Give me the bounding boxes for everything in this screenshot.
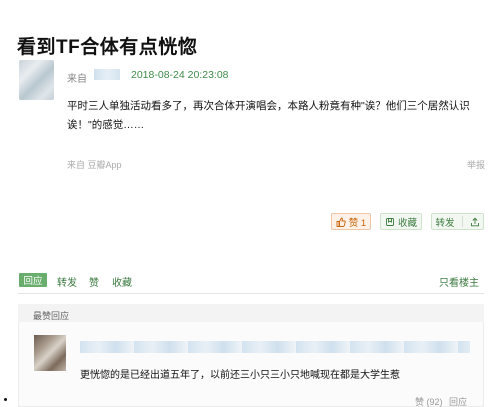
share-button[interactable]: 转发 xyxy=(431,213,484,230)
comment-author[interactable] xyxy=(80,341,470,353)
share-icon xyxy=(470,217,479,226)
forward-link[interactable]: 转发 xyxy=(57,274,77,289)
like-link[interactable]: 赞 xyxy=(89,274,99,289)
divider xyxy=(18,293,484,294)
comment-like-link[interactable]: 赞 (92) xyxy=(415,395,443,407)
author-name[interactable] xyxy=(94,69,120,80)
comment-avatar[interactable] xyxy=(34,335,66,371)
share-button-label: 转发 xyxy=(435,217,455,229)
share-divider xyxy=(461,216,463,227)
comment-reply-link[interactable]: 回应 xyxy=(449,395,467,407)
post-source: 来自 豆瓣App xyxy=(67,160,122,170)
comment-text: 更恍惚的是已经出道五年了，以前还三小只三小只地喊现在都是大学生惹 xyxy=(80,370,400,381)
like-button-label: 赞 1 xyxy=(348,217,367,229)
reply-button[interactable]: 回应 xyxy=(19,273,47,287)
bookmark-icon xyxy=(386,217,394,226)
bullet-dot xyxy=(4,398,7,401)
post-title: 看到TF合体有点恍惚 xyxy=(17,37,198,58)
post-body: 平时三人单独活动看多了，再次合体开演唱会，本路人粉竟有种"诶？他们三个居然认识诶… xyxy=(67,100,470,131)
best-replies-header xyxy=(18,304,484,322)
only-op-link[interactable]: 只看楼主 xyxy=(439,274,479,289)
thumbs-up-icon xyxy=(336,217,346,227)
favorite-button-label: 收藏 xyxy=(397,217,417,229)
post-time: 2018-08-24 20:23:08 xyxy=(131,69,229,81)
from-label: 来自 xyxy=(67,74,87,85)
favorite-link[interactable]: 收藏 xyxy=(112,274,132,289)
best-replies-title: 最赞回应 xyxy=(33,311,70,321)
report-link[interactable]: 举报 xyxy=(467,158,485,171)
favorite-button[interactable]: 收藏 xyxy=(380,213,422,230)
author-avatar[interactable] xyxy=(19,60,54,100)
like-button[interactable]: 赞 1 xyxy=(331,213,371,230)
